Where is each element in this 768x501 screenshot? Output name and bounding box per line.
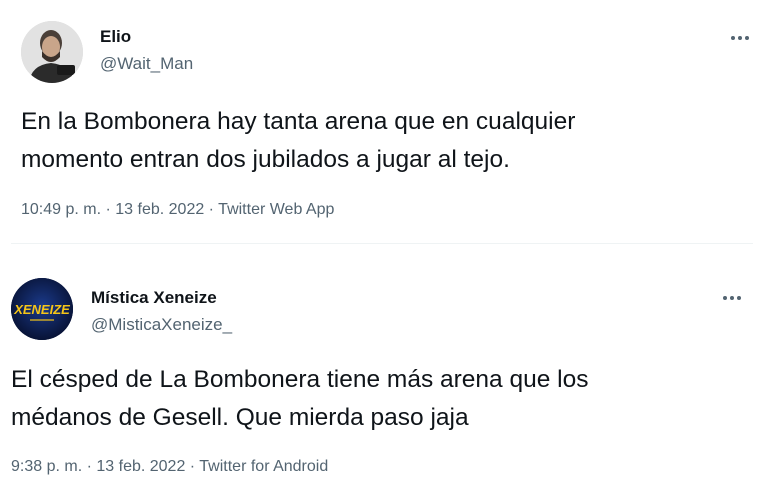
more-dots-icon-dot (730, 296, 734, 300)
more-dots-icon-dot (737, 296, 741, 300)
author-name[interactable]: Mística Xeneize (91, 288, 217, 308)
tweet-metadata: 10:49 p. m. · 13 feb. 2022 · Twitter Web… (21, 201, 334, 219)
separator: · (101, 201, 116, 218)
tweet-time[interactable]: 9:38 p. m. (11, 458, 82, 475)
tweet-text-line: médanos de Gesell. Que mierda paso jaja (11, 404, 469, 431)
tweet: Elio @Wait_Man En la Bombonera hay tanta… (0, 0, 768, 243)
avatar-logo-text: XENEIZE (13, 302, 70, 317)
tweet-text-line: En la Bombonera hay tanta arena que en c… (21, 108, 576, 135)
tweet-text: En la Bombonera hay tanta arena que en c… (21, 103, 741, 179)
avatar[interactable]: XENEIZE (11, 278, 73, 340)
more-dots-icon-dot (745, 36, 749, 40)
tweet-time[interactable]: 10:49 p. m. (21, 201, 101, 218)
tweet-metadata: 9:38 p. m. · 13 feb. 2022 · Twitter for … (11, 458, 328, 476)
tweet-text: El césped de La Bombonera tiene más aren… (11, 361, 731, 437)
more-dots-icon-dot (738, 36, 742, 40)
tweet-text-line: El césped de La Bombonera tiene más aren… (11, 366, 589, 393)
avatar[interactable] (21, 21, 83, 83)
tweet-date[interactable]: 13 feb. 2022 (115, 201, 204, 218)
more-options-button[interactable] (717, 288, 747, 308)
author-handle[interactable]: @MisticaXeneize_ (91, 315, 232, 335)
separator: · (82, 458, 97, 475)
tweet-source[interactable]: Twitter Web App (218, 201, 334, 218)
tweet-source[interactable]: Twitter for Android (199, 458, 328, 475)
xeneize-logo-icon: XENEIZE (11, 278, 73, 340)
author-handle[interactable]: @Wait_Man (100, 54, 193, 74)
more-options-button[interactable] (725, 28, 755, 48)
divider (11, 243, 753, 244)
more-dots-icon (731, 36, 735, 40)
tweet-date[interactable]: 13 feb. 2022 (96, 458, 185, 475)
author-name[interactable]: Elio (100, 27, 131, 47)
tweet-text-line: momento entran dos jubilados a jugar al … (21, 146, 510, 173)
more-dots-icon (723, 296, 727, 300)
separator: · (204, 201, 219, 218)
avatar-photo-icon (21, 21, 83, 83)
tweet: XENEIZE Mística Xeneize @MisticaXeneize_… (0, 262, 768, 501)
separator: · (185, 458, 200, 475)
